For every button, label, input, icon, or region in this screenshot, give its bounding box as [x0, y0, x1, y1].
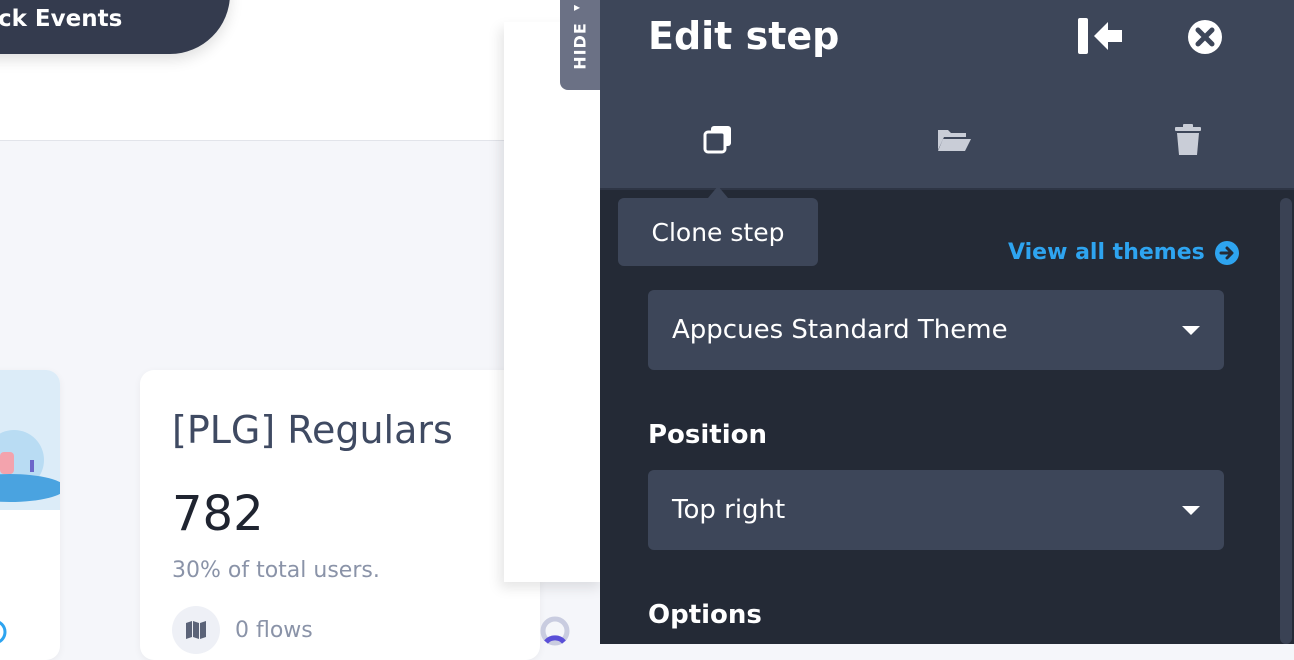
segment-percent: 30% of total users.	[172, 558, 380, 583]
caret-right-icon: ▸	[574, 0, 581, 14]
trash-icon[interactable]	[1168, 120, 1208, 160]
segment-card[interactable]: [PLG] Regulars 782 30% of total users. 0…	[140, 370, 540, 660]
close-circle-icon[interactable]	[1186, 18, 1224, 56]
theme-select-value: Appcues Standard Theme	[672, 315, 1008, 345]
panel-title: Edit step	[648, 14, 840, 58]
track-events-tab[interactable]: ck Events	[0, 0, 230, 54]
panel-scrollbar[interactable]	[1280, 198, 1292, 644]
arrow-right-circle-icon	[1214, 240, 1239, 265]
clone-step-tooltip: Clone step	[618, 198, 818, 266]
position-label: Position	[648, 420, 768, 450]
flows-count: 0 flows	[235, 617, 313, 643]
hide-label: HIDE	[570, 22, 590, 70]
hide-tab[interactable]: ▸ HIDE	[560, 0, 600, 90]
segment-illustration	[0, 370, 60, 510]
tooltip-arrow	[708, 186, 728, 198]
view-all-themes-link[interactable]: View all themes	[1008, 240, 1239, 265]
flow-preview-panel	[504, 22, 604, 582]
collapse-left-icon[interactable]	[1076, 16, 1126, 58]
theme-select[interactable]: Appcues Standard Theme	[648, 290, 1224, 370]
copy-icon[interactable]	[698, 120, 738, 160]
chevron-down-icon	[1182, 326, 1200, 335]
chevron-down-icon	[1182, 506, 1200, 515]
view-all-themes-label: View all themes	[1008, 240, 1205, 265]
position-select-value: Top right	[672, 495, 786, 525]
segment-card-partial[interactable]	[0, 370, 60, 660]
map-icon	[172, 606, 220, 654]
segment-title: [PLG] Regulars	[172, 408, 453, 452]
position-select[interactable]: Top right	[648, 470, 1224, 550]
edit-step-panel: Edit step View all themes Appcues Standa…	[600, 0, 1294, 644]
panel-header: Edit step	[600, 0, 1294, 190]
folder-open-icon[interactable]	[934, 120, 974, 160]
user-ring-icon	[540, 616, 570, 646]
track-events-label: ck Events	[0, 6, 123, 32]
segment-flows: 0 flows	[172, 606, 313, 654]
options-label: Options	[648, 600, 762, 630]
segment-count: 782	[172, 486, 264, 542]
